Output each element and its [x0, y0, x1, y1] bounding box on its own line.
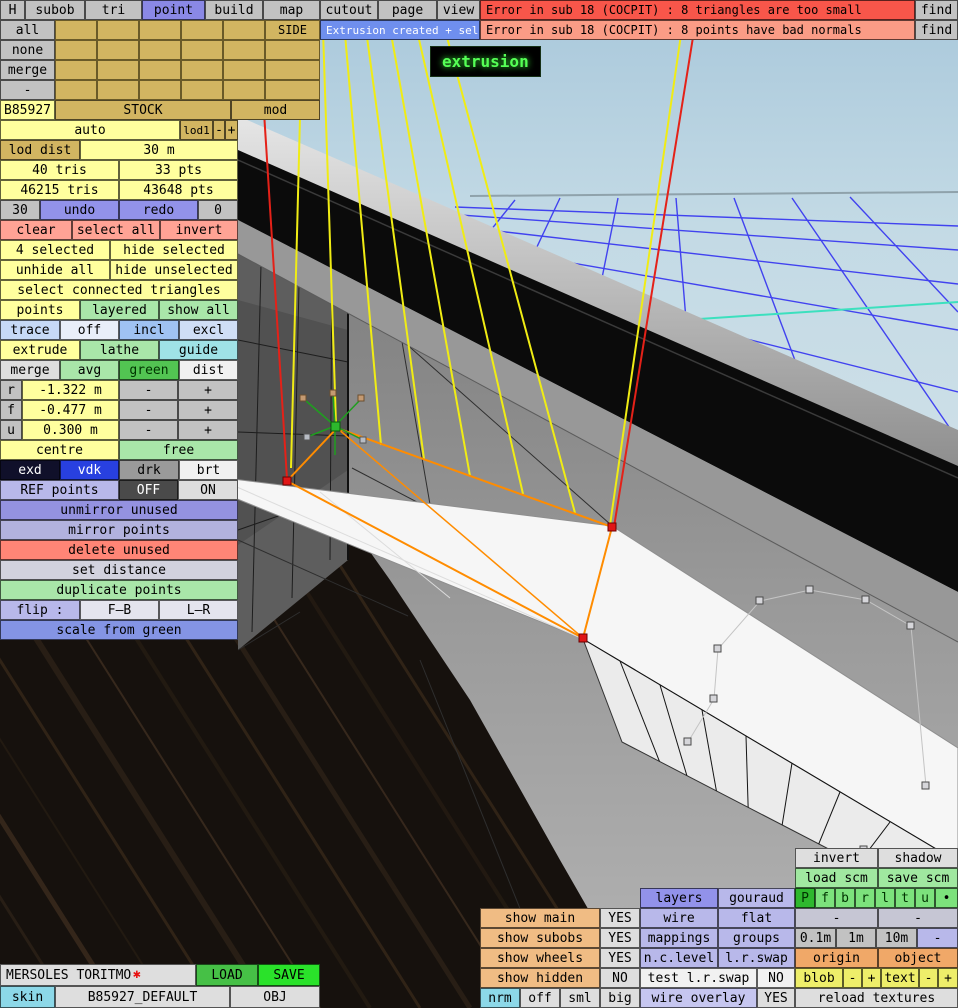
file-dirty-marker: ✱: [133, 967, 141, 982]
viewport-3d-canvas[interactable]: [0, 0, 958, 1008]
extrusion-tooltip: extrusion: [430, 46, 541, 77]
